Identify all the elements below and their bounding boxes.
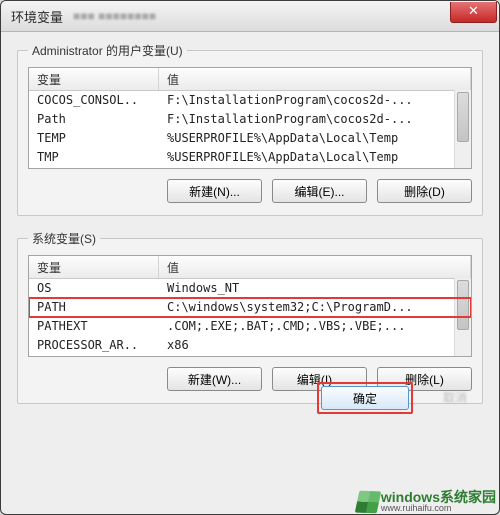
table-header: 变量 值: [29, 256, 471, 279]
user-vars-table[interactable]: 变量 值 COCOS_CONSOL.. F:\InstallationProgr…: [28, 67, 472, 169]
var-name-cell: PROCESSOR_AR..: [29, 336, 159, 355]
ok-highlight-box: 确定: [317, 382, 413, 414]
system-header-value[interactable]: 值: [159, 256, 471, 278]
system-header-name[interactable]: 变量: [29, 256, 159, 278]
var-name-cell: TMP: [29, 148, 159, 167]
close-button[interactable]: ✕: [450, 2, 497, 23]
var-value-cell: .COM;.EXE;.BAT;.CMD;.VBS;.VBE;...: [159, 317, 471, 336]
user-vars-body: COCOS_CONSOL.. F:\InstallationProgram\co…: [29, 91, 471, 167]
system-vars-scrollbar[interactable]: [454, 278, 471, 356]
table-row[interactable]: TMP %USERPROFILE%\AppData\Local\Temp: [29, 148, 471, 167]
table-row[interactable]: TEMP %USERPROFILE%\AppData\Local\Temp: [29, 129, 471, 148]
var-value-cell: F:\InstallationProgram\cocos2d-...: [159, 110, 471, 129]
var-value-cell: C:\windows\system32;C:\ProgramD...: [159, 298, 471, 317]
system-vars-group: 系统变量(S) 变量 值 OS Windows_NT PATH C:\windo…: [17, 230, 483, 404]
table-header: 变量 值: [29, 68, 471, 91]
env-vars-window: 环境变量 ■■■ ■■■■■■■■ ✕ Administrator 的用户变量(…: [0, 0, 500, 515]
window-title: 环境变量: [11, 7, 63, 26]
user-vars-legend: Administrator 的用户变量(U): [28, 42, 187, 59]
user-header-value[interactable]: 值: [159, 68, 471, 90]
var-value-cell: F:\InstallationProgram\cocos2d-...: [159, 91, 471, 110]
var-name-cell: PATHEXT: [29, 317, 159, 336]
system-vars-table[interactable]: 变量 值 OS Windows_NT PATH C:\windows\syste…: [28, 255, 472, 357]
user-header-name[interactable]: 变量: [29, 68, 159, 90]
table-row[interactable]: Path F:\InstallationProgram\cocos2d-...: [29, 110, 471, 129]
var-value-cell: Windows_NT: [159, 279, 471, 298]
var-value-cell: %USERPROFILE%\AppData\Local\Temp: [159, 129, 471, 148]
titlebar[interactable]: 环境变量 ■■■ ■■■■■■■■ ✕: [1, 1, 499, 32]
user-edit-button[interactable]: 编辑(E)...: [272, 179, 367, 203]
user-delete-button[interactable]: 删除(D): [377, 179, 472, 203]
system-vars-legend: 系统变量(S): [28, 230, 100, 247]
var-name-cell: OS: [29, 279, 159, 298]
system-new-button[interactable]: 新建(W)...: [167, 367, 262, 391]
user-vars-buttons: 新建(N)... 编辑(E)... 删除(D): [28, 179, 472, 203]
var-name-cell: PATH: [29, 298, 159, 317]
var-name-cell: Path: [29, 110, 159, 129]
close-icon: ✕: [468, 3, 479, 18]
ok-button[interactable]: 确定: [321, 386, 409, 410]
bottom-bar: 确定 取消: [317, 382, 485, 414]
var-name-cell: COCOS_CONSOL..: [29, 91, 159, 110]
window-body: Administrator 的用户变量(U) 变量 值 COCOS_CONSOL…: [1, 32, 499, 428]
table-row[interactable]: OS Windows_NT: [29, 279, 471, 298]
table-row[interactable]: COCOS_CONSOL.. F:\InstallationProgram\co…: [29, 91, 471, 110]
table-row-path[interactable]: PATH C:\windows\system32;C:\ProgramD...: [29, 298, 471, 317]
titlebar-blur: ■■■ ■■■■■■■■: [73, 9, 156, 23]
system-vars-body: OS Windows_NT PATH C:\windows\system32;C…: [29, 279, 471, 355]
var-name-cell: TEMP: [29, 129, 159, 148]
var-value-cell: x86: [159, 336, 471, 355]
cancel-button-blurred[interactable]: 取消: [425, 386, 485, 410]
table-row[interactable]: PATHEXT .COM;.EXE;.BAT;.CMD;.VBS;.VBE;..…: [29, 317, 471, 336]
table-row[interactable]: PROCESSOR_AR.. x86: [29, 336, 471, 355]
scroll-thumb[interactable]: [457, 92, 469, 142]
user-vars-scrollbar[interactable]: [454, 90, 471, 168]
var-value-cell: %USERPROFILE%\AppData\Local\Temp: [159, 148, 471, 167]
user-vars-group: Administrator 的用户变量(U) 变量 值 COCOS_CONSOL…: [17, 42, 483, 216]
user-new-button[interactable]: 新建(N)...: [167, 179, 262, 203]
